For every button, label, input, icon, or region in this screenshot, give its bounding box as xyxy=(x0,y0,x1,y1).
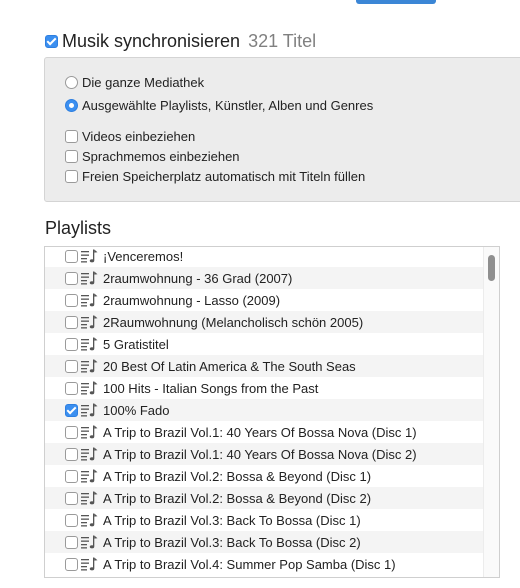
playlist-checkbox[interactable] xyxy=(65,513,78,527)
playlists-list[interactable]: ¡Venceremos! 2raumwohnung - 36 Grad (2007… xyxy=(44,246,500,578)
playlist-row[interactable]: A Trip to Brazil Vol.3: Back To Bossa (D… xyxy=(45,531,485,553)
playlist-row[interactable]: A Trip to Brazil Vol.3: Back To Bossa (D… xyxy=(45,509,485,531)
track-count: 321 Titel xyxy=(248,30,317,51)
playlist-row[interactable]: 2Raumwohnung (Melancholisch schön 2005) xyxy=(45,311,485,333)
playlist-row[interactable]: A Trip to Brazil Vol.1: 40 Years Of Boss… xyxy=(45,443,485,465)
playlist-checkbox[interactable] xyxy=(65,469,78,483)
option-entire-library-label: Die ganze Mediathek xyxy=(82,74,205,90)
playlist-icon xyxy=(81,271,99,285)
playlist-label: A Trip to Brazil Vol.2: Bossa & Beyond (… xyxy=(103,468,372,484)
playlist-icon xyxy=(81,557,99,571)
playlist-checkbox[interactable] xyxy=(65,381,78,395)
include-voice-memos-label: Sprachmemos einbeziehen xyxy=(82,148,240,164)
playlist-checkbox[interactable] xyxy=(65,359,78,373)
playlist-checkbox[interactable] xyxy=(65,403,78,417)
playlists-scrollbar[interactable] xyxy=(483,247,499,577)
playlist-checkbox[interactable] xyxy=(65,337,78,351)
playlist-checkbox[interactable] xyxy=(65,271,78,285)
playlist-checkbox[interactable] xyxy=(65,491,78,505)
fill-free-space-label: Freien Speicherplatz automatisch mit Tit… xyxy=(82,168,366,184)
playlist-checkbox[interactable] xyxy=(65,557,78,571)
playlist-checkbox[interactable] xyxy=(65,425,78,439)
option-selected-items-label: Ausgewählte Playlists, Künstler, Alben u… xyxy=(82,97,374,113)
playlists-rows: ¡Venceremos! 2raumwohnung - 36 Grad (2007… xyxy=(45,247,485,575)
playlist-row[interactable]: 100% Fado xyxy=(45,399,485,421)
playlist-icon xyxy=(81,403,99,417)
playlist-checkbox[interactable] xyxy=(65,447,78,461)
playlist-icon xyxy=(81,293,99,307)
playlist-label: 2Raumwohnung (Melancholisch schön 2005) xyxy=(103,314,364,330)
playlist-label: A Trip to Brazil Vol.3: Back To Bossa (D… xyxy=(103,534,361,550)
top-tab-indicator[interactable] xyxy=(356,0,436,4)
playlist-label: ¡Venceremos! xyxy=(103,248,184,264)
playlist-label: A Trip to Brazil Vol.2: Bossa & Beyond (… xyxy=(103,490,372,506)
playlist-icon xyxy=(81,425,99,439)
playlist-row[interactable]: 2raumwohnung - 36 Grad (2007) xyxy=(45,267,485,289)
playlist-icon xyxy=(81,447,99,461)
playlist-row[interactable]: ¡Venceremos! xyxy=(45,247,485,267)
sync-options-panel: Die ganze Mediathek Ausgewählte Playlist… xyxy=(44,57,520,202)
include-videos-checkbox[interactable] xyxy=(65,129,78,143)
playlist-label: A Trip to Brazil Vol.4: Summer Pop Samba… xyxy=(103,556,396,572)
playlist-icon xyxy=(81,359,99,373)
include-voice-memos-checkbox[interactable] xyxy=(65,149,78,163)
playlist-label: 20 Best Of Latin America & The South Sea… xyxy=(103,358,356,374)
include-videos-label: Videos einbeziehen xyxy=(82,128,196,144)
playlist-row[interactable]: 100 Hits - Italian Songs from the Past xyxy=(45,377,485,399)
playlist-checkbox[interactable] xyxy=(65,249,78,263)
playlist-row[interactable]: A Trip to Brazil Vol.1: 40 Years Of Boss… xyxy=(45,421,485,443)
playlist-label: 100 Hits - Italian Songs from the Past xyxy=(103,380,319,396)
sync-music-checkbox[interactable] xyxy=(45,34,58,48)
playlist-row[interactable]: A Trip to Brazil Vol.4: Summer Pop Samba… xyxy=(45,553,485,575)
playlist-label: 2raumwohnung - Lasso (2009) xyxy=(103,292,281,308)
playlist-icon xyxy=(81,381,99,395)
radio-entire-library[interactable] xyxy=(65,75,78,89)
playlist-row[interactable]: A Trip to Brazil Vol.2: Bossa & Beyond (… xyxy=(45,465,485,487)
fill-free-space-checkbox[interactable] xyxy=(65,169,78,183)
playlist-row[interactable]: 5 Gratistitel xyxy=(45,333,485,355)
option-fill-free-space[interactable]: Freien Speicherplatz automatisch mit Tit… xyxy=(65,167,365,185)
playlist-icon xyxy=(81,491,99,505)
sync-music-row: Musik synchronisieren 321 Titel xyxy=(45,30,316,52)
playlist-label: A Trip to Brazil Vol.1: 40 Years Of Boss… xyxy=(103,446,417,462)
playlist-icon xyxy=(81,513,99,527)
radio-selected-items[interactable] xyxy=(65,98,78,112)
playlist-label: 100% Fado xyxy=(103,402,170,418)
playlist-icon xyxy=(81,469,99,483)
playlist-checkbox[interactable] xyxy=(65,535,78,549)
playlist-row[interactable]: A Trip to Brazil Vol.2: Bossa & Beyond (… xyxy=(45,487,485,509)
option-include-videos[interactable]: Videos einbeziehen xyxy=(65,127,195,145)
option-include-voice-memos[interactable]: Sprachmemos einbeziehen xyxy=(65,147,240,165)
scrollbar-thumb[interactable] xyxy=(488,255,495,281)
option-entire-library[interactable]: Die ganze Mediathek xyxy=(65,73,204,91)
playlist-row[interactable]: 20 Best Of Latin America & The South Sea… xyxy=(45,355,485,377)
playlist-label: A Trip to Brazil Vol.1: 40 Years Of Boss… xyxy=(103,424,417,440)
sync-music-label[interactable]: Musik synchronisieren xyxy=(62,31,240,52)
playlists-heading: Playlists xyxy=(45,218,112,238)
playlist-icon xyxy=(81,337,99,351)
playlist-icon xyxy=(81,535,99,549)
playlist-checkbox[interactable] xyxy=(65,293,78,307)
playlist-label: 5 Gratistitel xyxy=(103,336,169,352)
playlist-icon xyxy=(81,315,99,329)
option-selected-items[interactable]: Ausgewählte Playlists, Künstler, Alben u… xyxy=(65,96,373,114)
playlist-label: A Trip to Brazil Vol.3: Back To Bossa (D… xyxy=(103,512,361,528)
playlist-row[interactable]: 2raumwohnung - Lasso (2009) xyxy=(45,289,485,311)
playlist-icon xyxy=(81,249,99,263)
playlist-checkbox[interactable] xyxy=(65,315,78,329)
playlist-label: 2raumwohnung - 36 Grad (2007) xyxy=(103,270,293,286)
